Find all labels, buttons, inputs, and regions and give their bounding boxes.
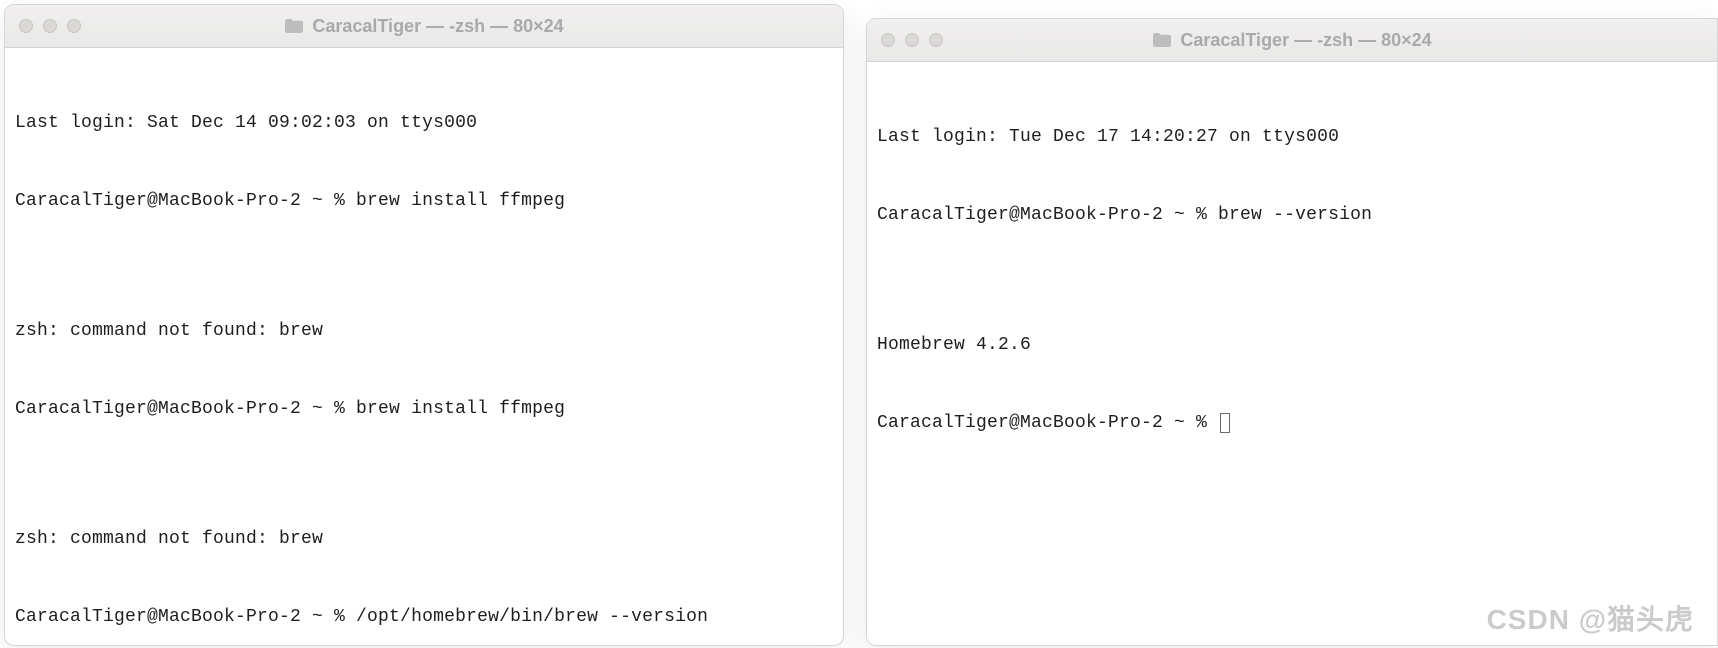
cursor-icon: [1220, 413, 1230, 433]
terminal-line: CaracalTiger@MacBook-Pro-2 ~ % brew --ve…: [877, 202, 1707, 228]
titlebar[interactable]: CaracalTiger — -zsh — 80×24: [5, 5, 843, 48]
terminal-window-1[interactable]: CaracalTiger — -zsh — 80×24 Last login: …: [4, 4, 844, 646]
minimize-icon[interactable]: [905, 33, 919, 47]
traffic-lights: [881, 33, 943, 47]
window-title: CaracalTiger — -zsh — 80×24: [312, 16, 563, 37]
titlebar[interactable]: CaracalTiger — -zsh — 80×24: [867, 19, 1717, 62]
terminal-body[interactable]: Last login: Tue Dec 17 14:20:27 on ttys0…: [867, 62, 1717, 498]
folder-icon: [284, 18, 304, 34]
close-icon[interactable]: [19, 19, 33, 33]
folder-icon: [1152, 32, 1172, 48]
terminal-window-2[interactable]: CaracalTiger — -zsh — 80×24 Last login: …: [866, 18, 1718, 646]
terminal-line: Last login: Sat Dec 14 09:02:03 on ttys0…: [15, 110, 833, 136]
terminal-line: CaracalTiger@MacBook-Pro-2 ~ % brew inst…: [15, 188, 833, 214]
terminal-line: zsh: command not found: brew: [15, 318, 833, 344]
zoom-icon[interactable]: [929, 33, 943, 47]
traffic-lights: [19, 19, 81, 33]
terminal-line: Homebrew 4.2.6: [877, 332, 1707, 358]
zoom-icon[interactable]: [67, 19, 81, 33]
prompt-text: CaracalTiger@MacBook-Pro-2 ~ %: [877, 410, 1218, 436]
terminal-line: CaracalTiger@MacBook-Pro-2 ~ % /opt/home…: [15, 604, 833, 630]
terminal-line: Last login: Tue Dec 17 14:20:27 on ttys0…: [877, 124, 1707, 150]
terminal-prompt-line[interactable]: CaracalTiger@MacBook-Pro-2 ~ %: [877, 410, 1707, 436]
window-title-group: CaracalTiger — -zsh — 80×24: [5, 16, 843, 37]
terminal-body[interactable]: Last login: Sat Dec 14 09:02:03 on ttys0…: [5, 48, 843, 646]
terminal-line: zsh: command not found: brew: [15, 526, 833, 552]
close-icon[interactable]: [881, 33, 895, 47]
minimize-icon[interactable]: [43, 19, 57, 33]
window-title: CaracalTiger — -zsh — 80×24: [1180, 30, 1431, 51]
terminal-line: CaracalTiger@MacBook-Pro-2 ~ % brew inst…: [15, 396, 833, 422]
window-title-group: CaracalTiger — -zsh — 80×24: [867, 30, 1717, 51]
